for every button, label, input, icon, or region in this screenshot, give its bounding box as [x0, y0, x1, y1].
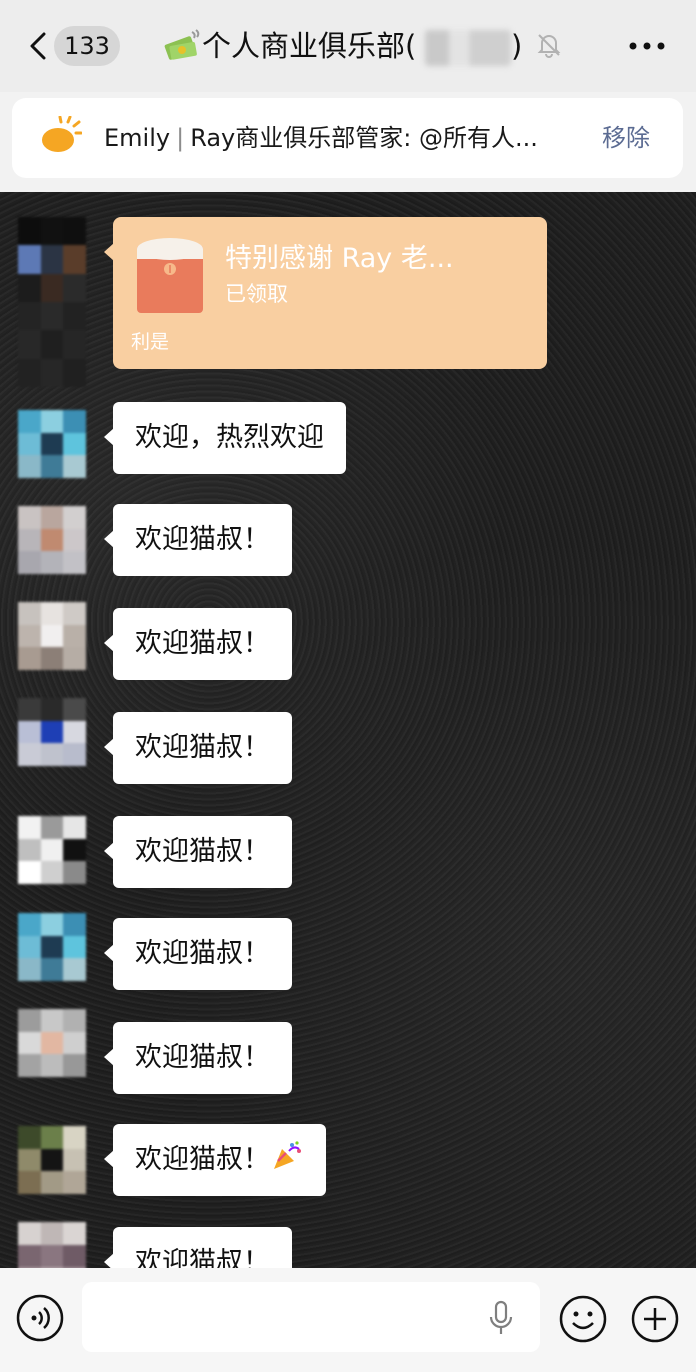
emoji-icon[interactable] [558, 1294, 608, 1344]
message-bubble[interactable]: 欢迎猫叔！ [104, 1022, 292, 1094]
sun-icon [42, 116, 82, 152]
avatar[interactable] [18, 410, 86, 478]
avatar[interactable] [18, 913, 86, 981]
pinned-content: Ray商业俱乐部管家: @所有人... [190, 124, 538, 152]
back-chevron-icon[interactable] [26, 32, 52, 60]
avatar[interactable] [18, 698, 86, 766]
message-bubble[interactable]: 欢迎猫叔！ [104, 1124, 326, 1196]
message-bubble[interactable]: 欢迎猫叔！ [104, 918, 292, 990]
message-bubble[interactable]: 欢迎，热烈欢迎 [104, 402, 346, 474]
unread-count-badge[interactable]: 133 [54, 26, 120, 66]
message-input[interactable] [82, 1282, 540, 1352]
avatar[interactable] [18, 506, 86, 574]
pinned-separator: | [176, 124, 185, 152]
message-bubble[interactable]: 欢迎猫叔！ [104, 1227, 292, 1268]
input-toolbar [0, 1268, 696, 1372]
message-bubble[interactable]: 欢迎猫叔！ [104, 712, 292, 784]
microphone-icon[interactable] [486, 1300, 516, 1336]
party-popper-icon [274, 1141, 301, 1169]
red-packet-icon [137, 238, 203, 313]
avatar[interactable] [18, 1009, 86, 1077]
message-text: 欢迎猫叔！ [135, 1144, 270, 1175]
avatar[interactable] [18, 602, 86, 670]
top-navigation-bar: 133 个人商业俱乐部( ) [0, 0, 696, 92]
red-packet-label: 利是 [131, 331, 170, 353]
money-emoji-icon [164, 29, 200, 60]
chat-title: 个人商业俱乐部( [202, 29, 417, 63]
more-icon[interactable] [628, 36, 666, 56]
pinned-sender: Emily [104, 124, 171, 152]
message-bubble[interactable]: 欢迎猫叔！ [104, 504, 292, 576]
message-bubble[interactable]: 欢迎猫叔！ [104, 816, 292, 888]
avatar[interactable] [18, 816, 86, 884]
chat-title-close: ) [511, 29, 523, 63]
red-packet-title: 特别感谢 Ray 老... [225, 243, 454, 274]
chat-message-area[interactable]: 特别感谢 Ray 老... 已领取 利是 欢迎，热烈欢迎 欢迎猫叔！ 欢迎猫叔！… [0, 192, 696, 1268]
pinned-message: Emily | Ray商业俱乐部管家: @所有人... [104, 118, 574, 158]
plus-icon[interactable] [630, 1294, 680, 1344]
mute-bell-icon [537, 34, 561, 58]
redacted-title-segment [425, 30, 511, 66]
remove-pinned-button[interactable]: 移除 [602, 118, 650, 158]
avatar[interactable] [18, 1126, 86, 1194]
pinned-announcement[interactable]: Emily | Ray商业俱乐部管家: @所有人... 移除 [12, 98, 683, 178]
red-packet-status: 已领取 [225, 282, 288, 306]
avatar[interactable] [18, 1222, 86, 1268]
voice-icon[interactable] [16, 1294, 64, 1342]
avatar[interactable] [18, 217, 86, 387]
red-packet-message[interactable]: 特别感谢 Ray 老... 已领取 利是 [104, 217, 547, 369]
message-bubble[interactable]: 欢迎猫叔！ [104, 608, 292, 680]
